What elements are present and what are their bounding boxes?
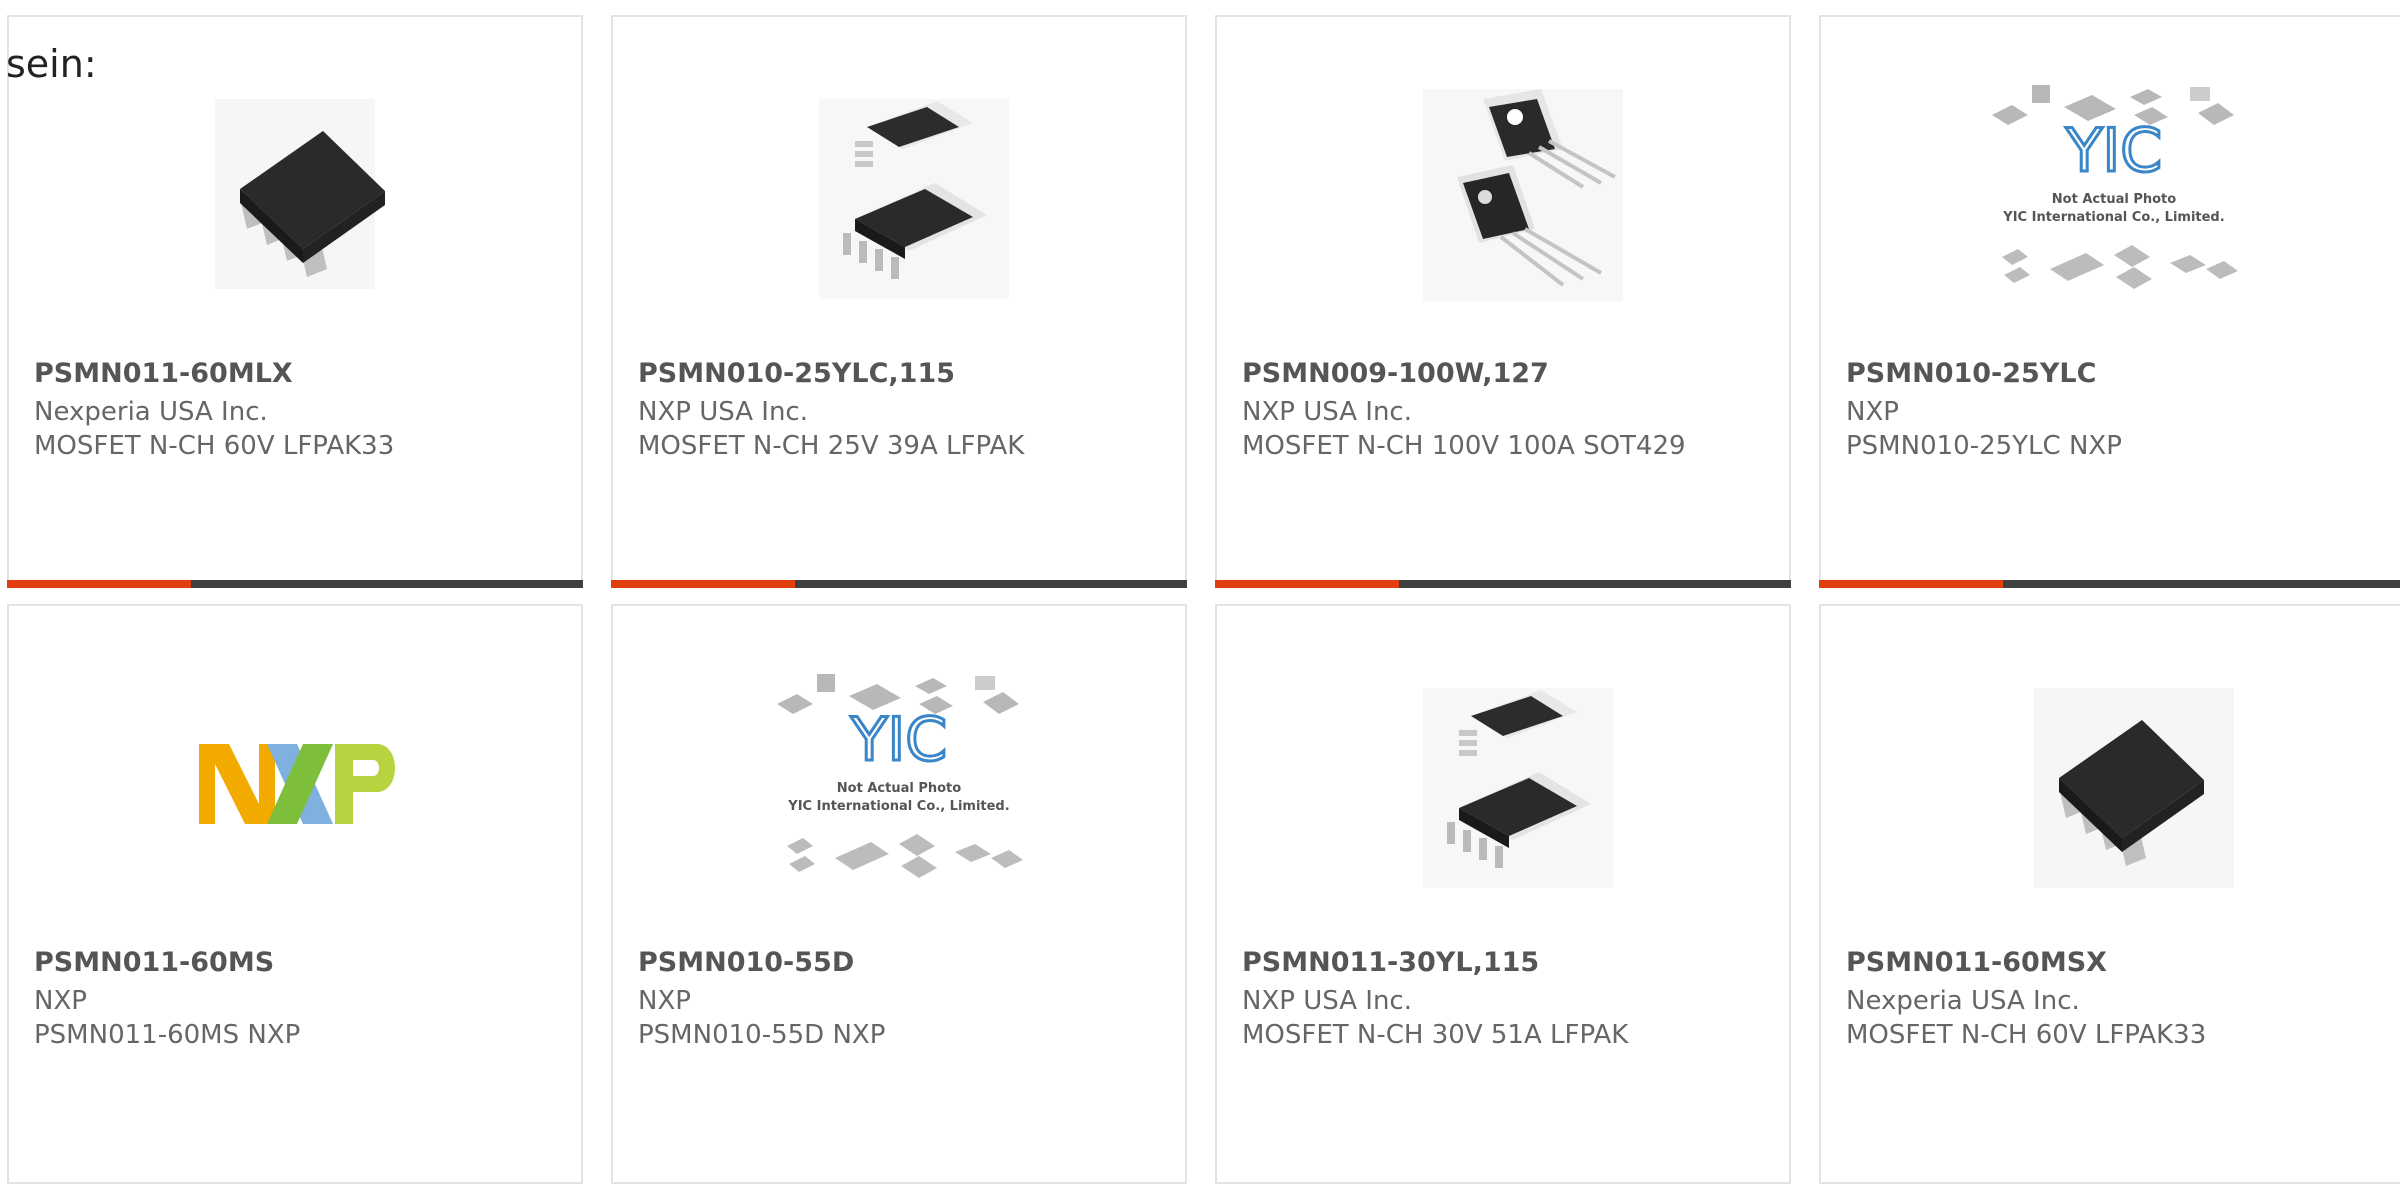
card-progress-bar	[1215, 580, 1791, 588]
card-progress-bar	[611, 580, 1187, 588]
description: PSMN010-55D NXP	[638, 1020, 886, 1050]
product-card[interactable]: YIC Not Actual Photo YIC International C…	[1819, 15, 2400, 588]
part-number[interactable]: PSMN009-100W,127	[1242, 357, 1782, 391]
placeholder-line-2: YIC International Co., Limited.	[787, 799, 1009, 814]
product-image[interactable]: YIC Not Actual Photo YIC International C…	[613, 668, 1185, 900]
placeholder-line-1: Not Actual Photo	[837, 781, 961, 796]
lfpak-package-image	[1423, 668, 1613, 888]
yic-placeholder-image: YIC Not Actual Photo YIC International C…	[777, 674, 1023, 878]
product-card[interactable]: PSMN011-60MSX Nexperia USA Inc. MOSFET N…	[1819, 604, 2400, 1184]
manufacturer: NXP	[1846, 397, 1899, 427]
part-number[interactable]: PSMN011-60MS	[34, 946, 574, 980]
nxp-logo-image: NXP	[199, 744, 395, 879]
card-bar-accent	[1819, 580, 2003, 588]
lfpak33-package-image	[2034, 688, 2234, 888]
product-card[interactable]: PSMN011-60MLX Nexperia USA Inc. MOSFET N…	[7, 15, 583, 588]
placeholder-line-2: YIC International Co., Limited.	[2002, 210, 2224, 225]
manufacturer: NXP USA Inc.	[638, 397, 808, 427]
manufacturer: Nexperia USA Inc.	[34, 397, 268, 427]
part-number[interactable]: PSMN010-55D	[638, 946, 1178, 980]
manufacturer: NXP USA Inc.	[1242, 986, 1412, 1016]
to247-package-image	[1423, 89, 1623, 301]
description: MOSFET N-CH 60V LFPAK33	[1846, 1020, 2207, 1050]
card-bar-accent	[1215, 580, 1399, 588]
manufacturer: NXP	[34, 986, 87, 1016]
product-card[interactable]: PSMN011-30YL,115 NXP USA Inc. MOSFET N-C…	[1215, 604, 1791, 1184]
product-card[interactable]: YIC Not Actual Photo YIC International C…	[611, 604, 1187, 1184]
card-bar-accent	[611, 580, 795, 588]
part-number[interactable]: PSMN011-30YL,115	[1242, 946, 1782, 980]
part-number[interactable]: PSMN011-60MLX	[34, 357, 574, 391]
product-image[interactable]: YIC Not Actual Photo YIC International C…	[1821, 79, 2400, 311]
part-number[interactable]: PSMN011-60MSX	[1846, 946, 2386, 980]
product-image[interactable]	[1821, 668, 2400, 900]
part-number[interactable]: PSMN010-25YLC,115	[638, 357, 1178, 391]
svg-text:YIC: YIC	[2065, 116, 2162, 186]
description: MOSFET N-CH 60V LFPAK33	[34, 431, 395, 461]
description: MOSFET N-CH 30V 51A LFPAK	[1242, 1020, 1629, 1050]
manufacturer: NXP USA Inc.	[1242, 397, 1412, 427]
svg-text:YIC: YIC	[850, 705, 947, 775]
manufacturer: NXP	[638, 986, 691, 1016]
logo-text: NXP	[295, 877, 300, 879]
product-image[interactable]	[1217, 79, 1789, 311]
part-number[interactable]: PSMN010-25YLC	[1846, 357, 2386, 391]
card-progress-bar	[1819, 580, 2400, 588]
product-card[interactable]: PSMN010-25YLC,115 NXP USA Inc. MOSFET N-…	[611, 15, 1187, 588]
description: MOSFET N-CH 100V 100A SOT429	[1242, 431, 1686, 461]
product-card[interactable]: NXP PSMN011-60MS NXP PSMN011-60MS NXP	[7, 604, 583, 1184]
description: PSMN011-60MS NXP	[34, 1020, 301, 1050]
product-image[interactable]	[9, 79, 581, 311]
lfpak-package-image	[819, 79, 1009, 299]
placeholder-line-1: Not Actual Photo	[2052, 192, 2176, 207]
yic-placeholder-image: YIC Not Actual Photo YIC International C…	[1992, 85, 2238, 289]
product-image[interactable]	[1217, 668, 1789, 900]
section-heading: sein:	[6, 42, 97, 86]
manufacturer: Nexperia USA Inc.	[1846, 986, 2080, 1016]
description: MOSFET N-CH 25V 39A LFPAK	[638, 431, 1025, 461]
card-progress-bar	[7, 580, 583, 588]
product-image[interactable]	[613, 79, 1185, 311]
card-bar-accent	[7, 580, 191, 588]
product-image[interactable]: NXP	[9, 668, 581, 900]
product-card[interactable]: PSMN009-100W,127 NXP USA Inc. MOSFET N-C…	[1215, 15, 1791, 588]
description: PSMN010-25YLC NXP	[1846, 431, 2122, 461]
lfpak33-package-image	[215, 99, 385, 289]
